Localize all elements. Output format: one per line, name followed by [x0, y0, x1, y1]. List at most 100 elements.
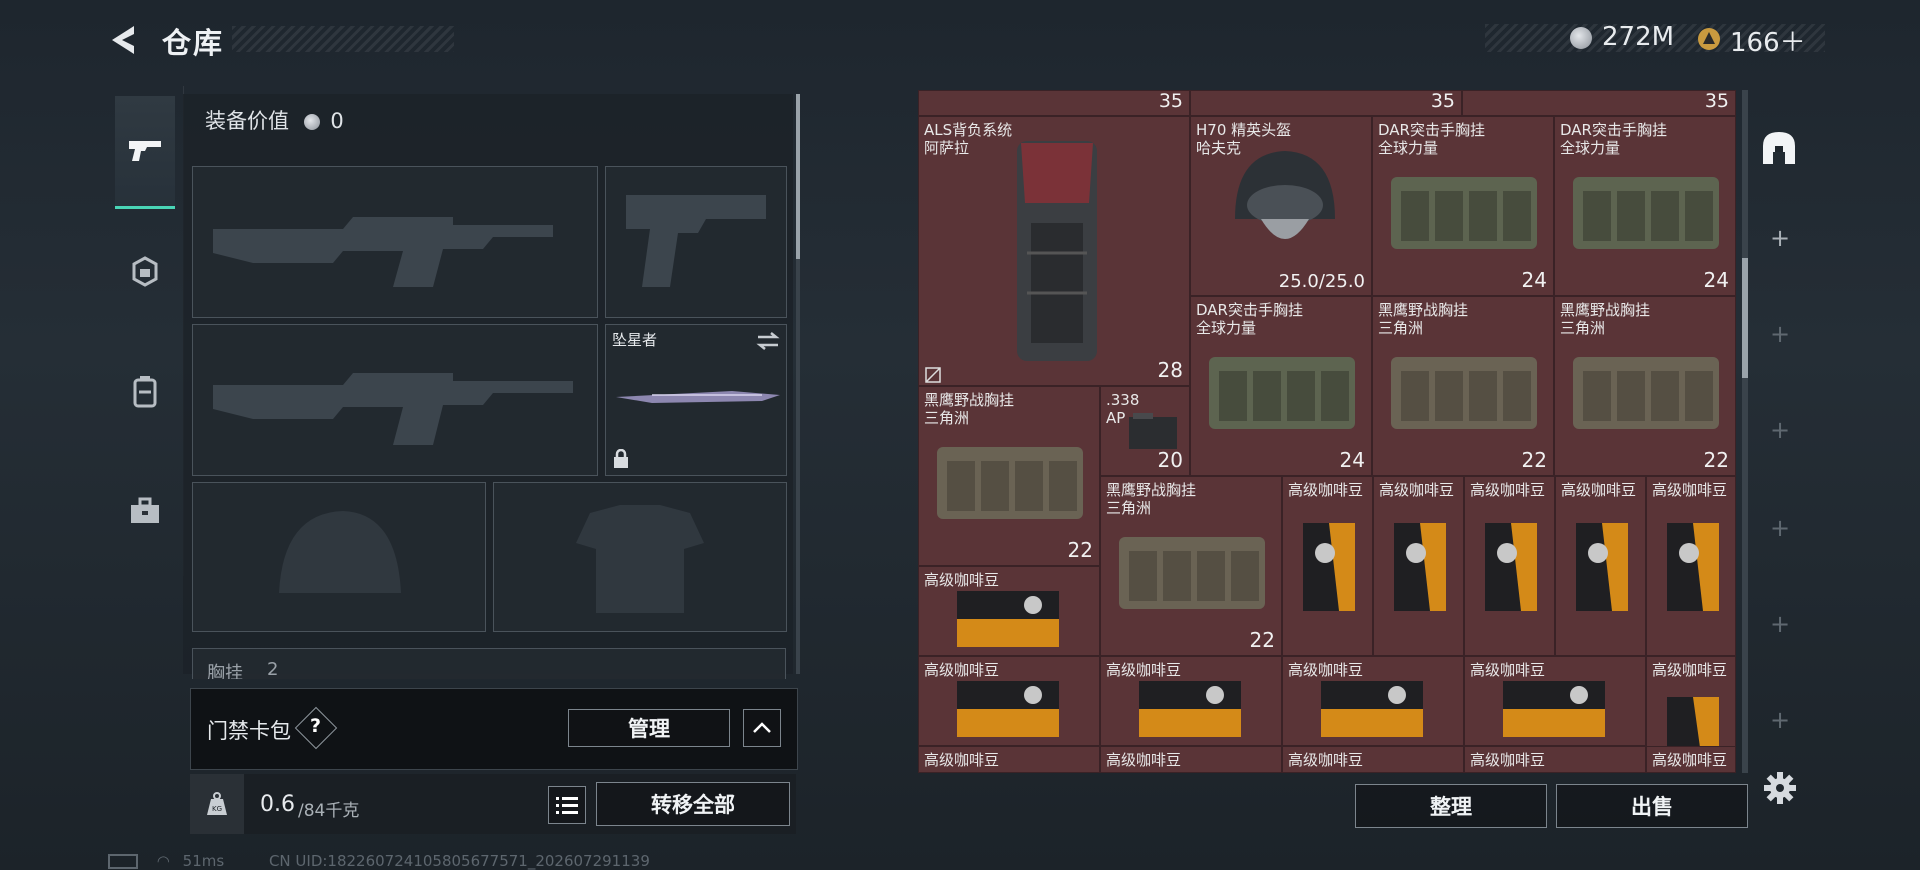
- item-count: 35: [1158, 90, 1183, 112]
- back-arrow-icon[interactable]: [104, 22, 144, 58]
- add-stash-page-button[interactable]: +: [1770, 706, 1790, 734]
- stash-page-1[interactable]: [1752, 112, 1806, 184]
- stash-item-chest-rig[interactable]: 黑鹰野战胸挂 三角洲 22: [1100, 476, 1282, 656]
- stash-item-coffee[interactable]: 高级咖啡豆: [1555, 476, 1646, 656]
- stash-item-coffee[interactable]: 高级咖啡豆: [1646, 746, 1736, 773]
- item-name: 高级咖啡豆: [1379, 481, 1455, 499]
- loadout-scrollbar-thumb[interactable]: [796, 94, 800, 259]
- stash-item-helmet[interactable]: H70 精英头盔 哈夫克 25.0/25.0: [1190, 116, 1372, 296]
- secondary-weapon-slot[interactable]: [605, 166, 787, 318]
- pistol-icon: [129, 141, 161, 161]
- stash-item-chest-rig[interactable]: DAR突击手胸挂 全球力量 24: [1554, 116, 1736, 296]
- armor-silhouette-icon: [576, 505, 704, 613]
- stash-item-partial[interactable]: 35: [1190, 90, 1462, 116]
- coffee-bag-icon: [1485, 523, 1537, 611]
- add-stash-page-button[interactable]: +: [1770, 224, 1790, 252]
- list-button[interactable]: [548, 786, 586, 824]
- weight-max: /84千克: [298, 801, 360, 821]
- item-name: 高级咖啡豆: [1652, 661, 1728, 679]
- expand-button[interactable]: [743, 709, 781, 747]
- tab-armor[interactable]: [115, 216, 175, 326]
- ping-value: 51ms: [182, 852, 225, 870]
- coffee-bag-icon: [1139, 681, 1241, 737]
- item-name: 黑鹰野战胸挂 三角洲: [924, 391, 1015, 427]
- add-stash-page-button[interactable]: +: [1770, 610, 1790, 638]
- stash-scrollbar-thumb[interactable]: [1742, 258, 1748, 378]
- stash-item-coffee[interactable]: 高级咖啡豆: [1646, 476, 1736, 656]
- tab-weapons[interactable]: [115, 96, 175, 209]
- stash-item-backpack[interactable]: ALS背负系统 阿萨拉 28: [918, 116, 1190, 386]
- chest-rig-label: 胸挂: [207, 663, 243, 679]
- chest-rig-icon: [1573, 177, 1719, 249]
- primary-weapon-slot-2[interactable]: [192, 324, 598, 476]
- transfer-all-button[interactable]: 转移全部: [596, 782, 790, 826]
- body-armor-slot[interactable]: [493, 482, 787, 632]
- chest-rig-icon: [1119, 537, 1265, 609]
- stash-item-chest-rig[interactable]: 黑鹰野战胸挂 三角洲 22: [1554, 296, 1736, 476]
- stash-item-chest-rig[interactable]: 黑鹰野战胸挂 三角洲 22: [1372, 296, 1554, 476]
- stash-item-coffee[interactable]: 高级咖啡豆: [1464, 746, 1646, 773]
- title-decoration: [232, 26, 454, 52]
- knife-icon: [616, 391, 780, 403]
- stash-item-coffee[interactable]: 高级咖啡豆: [1282, 746, 1464, 773]
- stash-item-coffee[interactable]: 高级咖啡豆: [918, 656, 1100, 746]
- coffee-bag-icon: [1576, 523, 1628, 611]
- melee-weapon-slot[interactable]: 坠星者: [605, 324, 787, 476]
- backpack-item-icon: [1017, 141, 1097, 361]
- stash-item-coffee[interactable]: 高级咖啡豆: [1282, 656, 1464, 746]
- stash-item-ammo[interactable]: .338 AP 20: [1100, 386, 1190, 476]
- pistol-silhouette-icon: [626, 195, 766, 287]
- chest-rig-section-header: 胸挂 2: [192, 648, 786, 679]
- uid-text: CN UID:18226072410580567757​1_2026072911…: [268, 852, 650, 870]
- add-stash-page-button[interactable]: +: [1770, 320, 1790, 348]
- silver-coin-icon: [1570, 27, 1592, 49]
- item-name: DAR突击手胸挂 全球力量: [1378, 121, 1485, 157]
- chest-rig-icon: [1391, 177, 1537, 249]
- stash-item-coffee[interactable]: 高级咖啡豆: [1100, 656, 1282, 746]
- stash-item-chest-rig[interactable]: 黑鹰野战胸挂 三角洲 22: [918, 386, 1100, 566]
- tab-tools[interactable]: [115, 456, 175, 566]
- item-count: 35: [1430, 90, 1455, 112]
- item-count: 24: [1339, 448, 1365, 472]
- swap-icon[interactable]: [756, 331, 780, 351]
- stash-item-coffee[interactable]: 高级咖啡豆: [918, 746, 1100, 773]
- stash-item-partial[interactable]: 35: [918, 90, 1190, 116]
- tab-backpack[interactable]: [115, 336, 175, 446]
- stash-item-coffee[interactable]: 高级咖啡豆: [1464, 476, 1555, 656]
- helmet-slot[interactable]: [192, 482, 486, 632]
- stash-item-coffee[interactable]: 高级咖啡豆: [1282, 476, 1373, 656]
- primary-weapon-slot[interactable]: [192, 166, 598, 318]
- silver-currency-value: 272M: [1602, 22, 1675, 52]
- coffee-bag-icon: [957, 591, 1059, 647]
- coffee-bag-icon: [1394, 523, 1446, 611]
- stash-item-chest-rig[interactable]: DAR突击手胸挂 全球力量 24: [1190, 296, 1372, 476]
- stash-item-coffee[interactable]: 高级咖啡豆: [1373, 476, 1464, 656]
- category-tabs: [107, 86, 184, 576]
- coffee-bag-icon: [1321, 681, 1423, 737]
- rifle-silhouette-icon: [213, 217, 553, 287]
- coffee-bag-icon: [1667, 523, 1719, 611]
- gold-currency-value[interactable]: 166＋: [1730, 22, 1806, 59]
- stash-item-coffee[interactable]: 高级咖啡豆: [1464, 656, 1646, 746]
- sort-button[interactable]: 整理: [1355, 784, 1547, 828]
- wifi-icon: ◠: [156, 852, 170, 870]
- coffee-bag-icon: [1503, 681, 1605, 737]
- manage-button[interactable]: 管理: [568, 709, 730, 747]
- stash-scrollbar[interactable]: [1742, 90, 1748, 773]
- toolbox-icon: [131, 497, 159, 523]
- kg-weight-icon: KG: [207, 792, 227, 815]
- stash-item-chest-rig[interactable]: DAR突击手胸挂 全球力量 24: [1372, 116, 1554, 296]
- stash-item-partial[interactable]: 35: [1462, 90, 1736, 116]
- stash-item-coffee[interactable]: 高级咖啡豆: [1100, 746, 1282, 773]
- item-count: 22: [1067, 538, 1093, 562]
- equipment-value: 装备价值 0: [205, 105, 344, 135]
- add-stash-page-button[interactable]: +: [1770, 416, 1790, 444]
- add-stash-page-button[interactable]: +: [1770, 514, 1790, 542]
- stash-item-coffee[interactable]: 高级咖啡豆: [918, 566, 1100, 656]
- item-count: 35: [1704, 90, 1729, 112]
- item-count: 22: [1703, 448, 1729, 472]
- sell-button[interactable]: 出售: [1556, 784, 1748, 828]
- settings-gear-icon[interactable]: [1762, 770, 1798, 810]
- stash-home-icon: [1763, 132, 1795, 164]
- item-name: 高级咖啡豆: [924, 751, 1000, 769]
